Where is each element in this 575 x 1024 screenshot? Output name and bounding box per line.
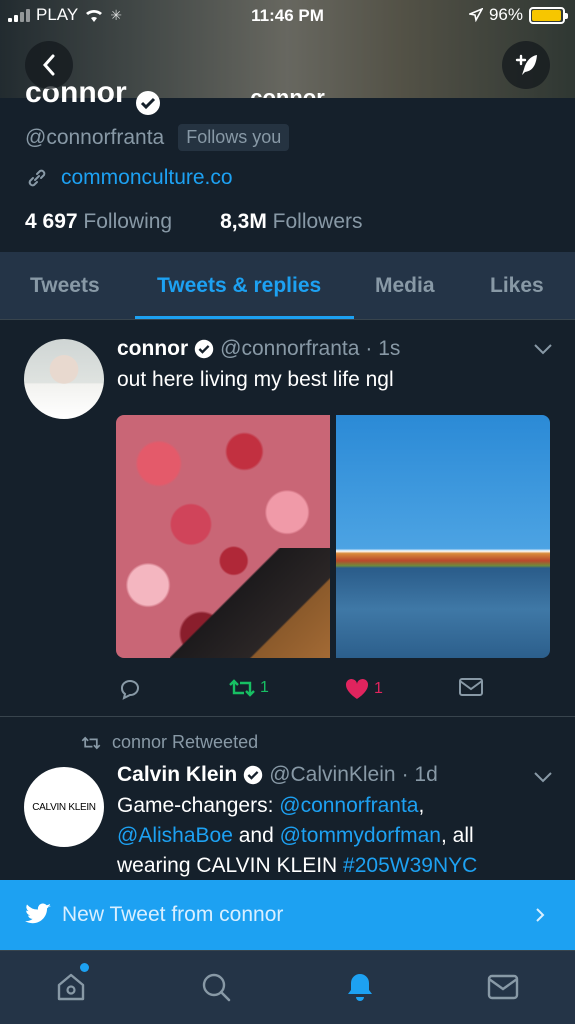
location-icon xyxy=(468,8,483,22)
tweet-timestamp: · 1s xyxy=(365,337,401,360)
home-tab[interactable] xyxy=(51,963,91,1007)
following-count: 4 697 xyxy=(25,210,78,233)
tweet-text-part: , all xyxy=(440,824,474,847)
handle-row: @connorfranta Follows you xyxy=(25,124,290,151)
tweet-text: Game-changers: @connorfranta, @AlishaBoe… xyxy=(117,791,557,880)
hashtag-link[interactable]: #205W39NYC xyxy=(343,854,477,877)
messages-tab[interactable] xyxy=(483,967,523,1007)
direct-message-button[interactable] xyxy=(458,677,484,697)
search-icon xyxy=(202,973,231,1002)
search-tab[interactable] xyxy=(196,967,236,1007)
followers-count: 8,3M xyxy=(220,210,267,233)
retweet-count: 1 xyxy=(260,679,269,696)
retweet-icon xyxy=(229,679,255,697)
like-count: 1 xyxy=(374,680,383,697)
verified-badge-icon xyxy=(243,765,263,785)
following-label: Following xyxy=(83,210,173,233)
following-stat[interactable]: 4 697 Following xyxy=(25,210,172,234)
tweet[interactable]: connor @connorfranta · 1s out here livin… xyxy=(0,321,575,717)
follow-stats: 4 697 Following 8,3M Followers xyxy=(25,210,363,234)
status-bar: PLAY ✳ 11:46 PM 96% xyxy=(0,0,575,32)
tweet-actions: 1 1 xyxy=(116,677,556,707)
envelope-icon xyxy=(487,974,519,1000)
chevron-right-icon xyxy=(536,908,545,922)
tweet-author-name[interactable]: connor xyxy=(117,337,188,361)
tweet[interactable]: connor Retweeted CALVIN KLEIN Calvin Kle… xyxy=(0,717,575,880)
new-tweet-banner[interactable]: New Tweet from connor xyxy=(0,880,575,950)
bottom-tab-bar xyxy=(0,950,575,1024)
tweet-text-part: wearing CALVIN KLEIN xyxy=(117,854,344,877)
chevron-down-icon[interactable] xyxy=(533,343,553,355)
chevron-down-icon[interactable] xyxy=(533,771,553,783)
profile-handle: @connorfranta xyxy=(25,125,165,149)
calvin-klein-logo: CALVIN KLEIN xyxy=(32,801,96,813)
tweet-media[interactable] xyxy=(116,415,550,658)
heart-icon xyxy=(345,678,369,699)
media-photo-lake[interactable] xyxy=(336,415,550,658)
followers-stat[interactable]: 8,3M Followers xyxy=(220,210,362,234)
tab-tweets[interactable]: Tweets xyxy=(30,252,100,320)
mention-link[interactable]: @tommydorfman xyxy=(280,824,441,847)
tweet-author-handle: @connorfranta xyxy=(220,337,360,360)
home-icon xyxy=(57,973,85,1001)
status-right: 96% xyxy=(468,5,568,25)
tab-media[interactable]: Media xyxy=(375,252,435,320)
new-tweet-banner-text: New Tweet from connor xyxy=(62,903,284,926)
like-button[interactable]: 1 xyxy=(344,677,383,701)
tweet-author-handle: @CalvinKlein xyxy=(269,763,396,786)
battery-icon xyxy=(529,6,568,24)
tab-likes[interactable]: Likes xyxy=(490,252,544,320)
tweet-text-part: Game-changers: xyxy=(117,794,280,817)
tweet-timestamp: · 1d xyxy=(401,763,438,786)
tweet-header: connor @connorfranta · 1s xyxy=(117,337,400,361)
battery-percent: 96% xyxy=(488,5,523,24)
profile-tabs: Tweets Tweets & replies Media Likes xyxy=(0,252,575,320)
tweet-header: Calvin Klein @CalvinKlein · 1d xyxy=(117,763,438,787)
avatar[interactable]: CALVIN KLEIN xyxy=(24,767,104,847)
tweet-text-part: and xyxy=(232,824,280,847)
mention-link[interactable]: @AlishaBoe xyxy=(117,824,233,847)
tweet-text-part: , xyxy=(418,794,425,817)
media-photo-leaves[interactable] xyxy=(116,415,330,658)
avatar[interactable] xyxy=(24,339,104,419)
reply-icon xyxy=(121,680,139,700)
retweet-icon xyxy=(81,736,101,749)
retweet-context: connor Retweeted xyxy=(80,732,258,753)
notifications-tab[interactable] xyxy=(340,967,380,1007)
compose-tweet-button[interactable] xyxy=(502,41,550,89)
envelope-icon xyxy=(459,678,483,696)
mention-link[interactable]: @connorfranta xyxy=(279,794,418,817)
back-button[interactable] xyxy=(25,41,73,89)
header-title: connor xyxy=(250,85,325,98)
follows-you-badge: Follows you xyxy=(178,124,290,151)
compose-feather-icon xyxy=(515,54,537,75)
tweet-author-name[interactable]: Calvin Klein xyxy=(117,763,237,787)
retweet-button[interactable]: 1 xyxy=(228,677,269,699)
tab-tweets-and-replies[interactable]: Tweets & replies xyxy=(157,252,321,320)
chevron-left-icon xyxy=(42,54,55,76)
reply-button[interactable] xyxy=(118,677,142,701)
website-link[interactable]: commonculture.co xyxy=(61,166,233,190)
retweeted-by-label[interactable]: connor Retweeted xyxy=(112,732,258,753)
active-tab-indicator xyxy=(135,316,354,319)
unread-dot xyxy=(80,963,89,972)
website-row[interactable]: commonculture.co xyxy=(25,166,233,190)
followers-label: Followers xyxy=(272,210,363,233)
profile-info: connor @connorfranta Follows you commonc… xyxy=(0,84,575,252)
twitter-bird-icon xyxy=(25,903,51,924)
bell-icon xyxy=(348,974,372,1001)
link-icon xyxy=(28,169,46,187)
verified-badge-icon xyxy=(194,339,214,359)
tweet-text: out here living my best life ngl xyxy=(117,368,394,391)
